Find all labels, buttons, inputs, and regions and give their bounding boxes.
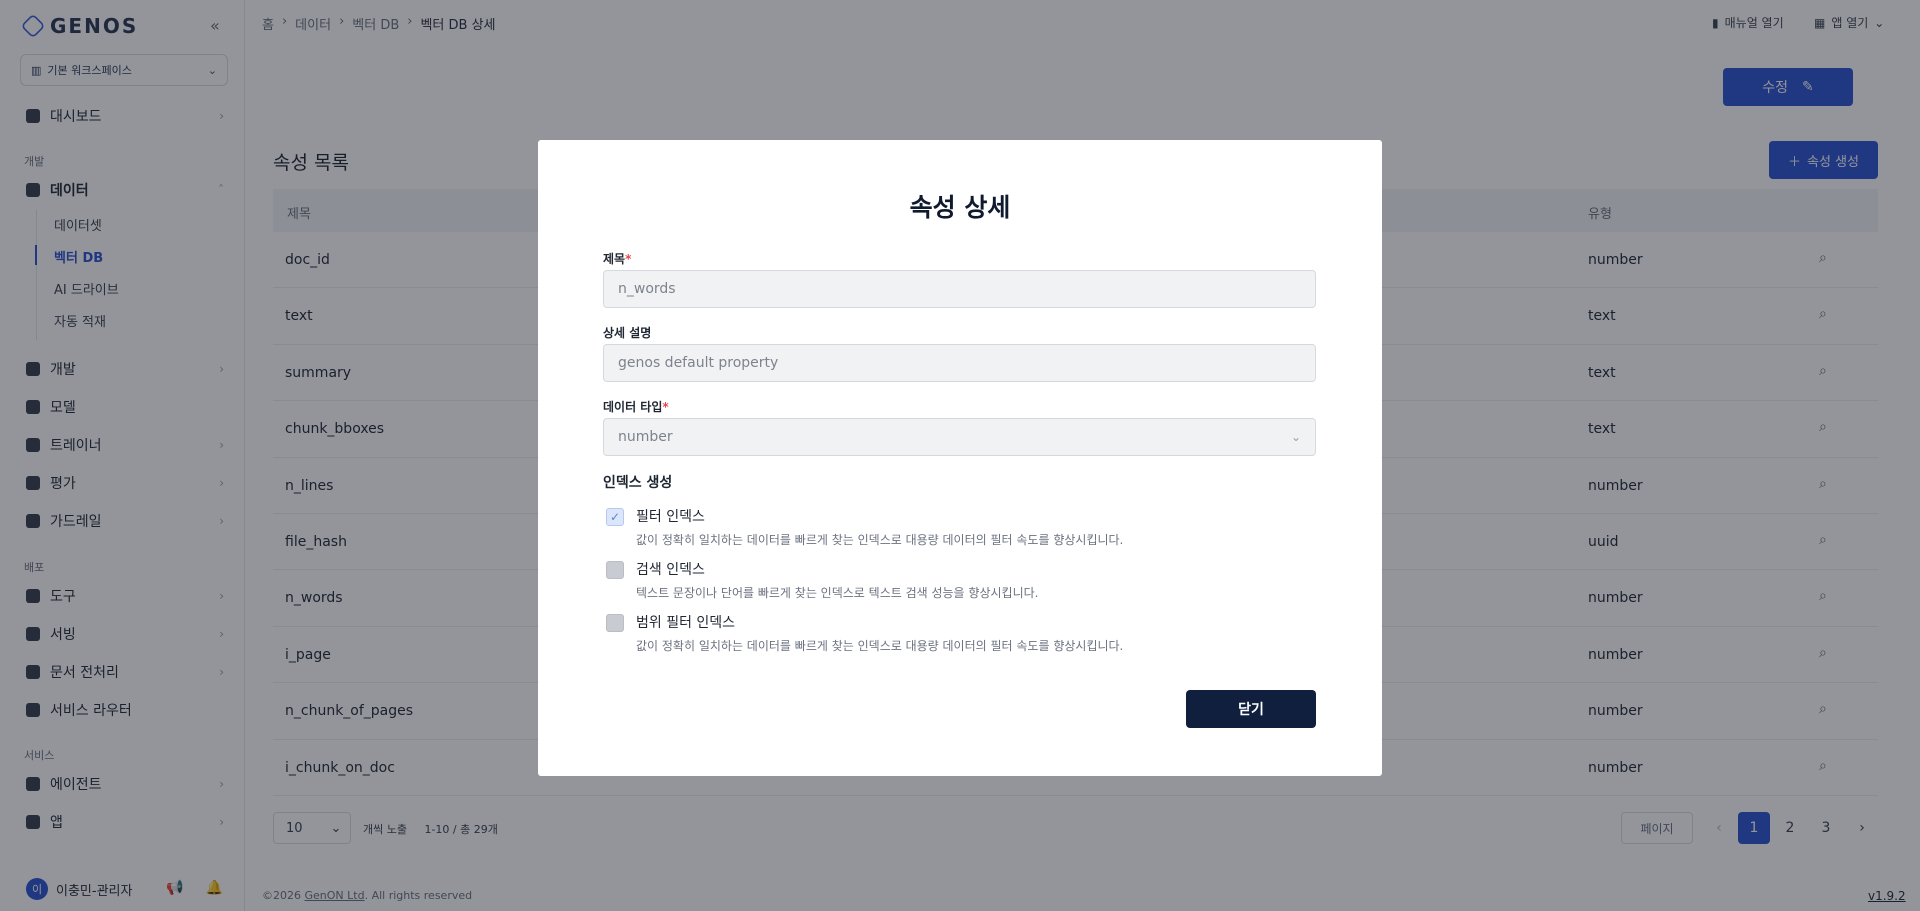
- description-field[interactable]: genos default property: [603, 344, 1316, 382]
- range-filter-index-option[interactable]: 범위 필터 인덱스 값이 정확히 일치하는 데이터를 빠르게 찾는 인덱스로 대…: [606, 612, 1123, 654]
- range-filter-index-text: 범위 필터 인덱스 값이 정확히 일치하는 데이터를 빠르게 찾는 인덱스로 대…: [636, 612, 1123, 654]
- required-mark: *: [625, 252, 632, 266]
- search-index-checkbox[interactable]: [606, 561, 624, 579]
- property-detail-modal: 속성 상세 제목* n_words 상세 설명 genos default pr…: [538, 140, 1382, 776]
- title-field-label: 제목*: [603, 250, 631, 267]
- search-index-desc: 텍스트 문장이나 단어를 빠르게 찾는 인덱스로 텍스트 검색 성능을 향상시킵…: [636, 586, 1039, 600]
- description-field-label: 상세 설명: [603, 326, 652, 340]
- required-mark: *: [662, 400, 669, 414]
- chevron-down-icon: ⌄: [1290, 430, 1301, 444]
- search-index-text: 검색 인덱스 텍스트 문장이나 단어를 빠르게 찾는 인덱스로 텍스트 검색 성…: [636, 559, 1038, 601]
- range-filter-index-checkbox[interactable]: [606, 614, 624, 632]
- data-type-value: number: [618, 429, 673, 445]
- filter-index-text: 필터 인덱스 값이 정확히 일치하는 데이터를 빠르게 찾는 인덱스로 대용량 …: [636, 506, 1123, 548]
- data-type-label-text: 데이터 타입: [603, 400, 663, 414]
- filter-index-title: 필터 인덱스: [636, 509, 705, 525]
- title-field[interactable]: n_words: [603, 270, 1316, 308]
- filter-index-desc: 값이 정확히 일치하는 데이터를 빠르게 찾는 인덱스로 대용량 데이터의 필터…: [636, 533, 1124, 547]
- title-field-value: n_words: [618, 281, 676, 297]
- search-index-option[interactable]: 검색 인덱스 텍스트 문장이나 단어를 빠르게 찾는 인덱스로 텍스트 검색 성…: [606, 559, 1038, 601]
- description-field-value: genos default property: [618, 355, 779, 371]
- data-type-select[interactable]: number ⌄: [603, 418, 1316, 456]
- range-filter-index-title: 범위 필터 인덱스: [636, 615, 736, 631]
- title-field-label-text: 제목: [603, 252, 626, 266]
- search-index-title: 검색 인덱스: [636, 562, 705, 578]
- index-section-title: 인덱스 생성: [603, 475, 673, 491]
- close-button[interactable]: 닫기: [1186, 690, 1316, 728]
- filter-index-option[interactable]: ✓ 필터 인덱스 값이 정확히 일치하는 데이터를 빠르게 찾는 인덱스로 대용…: [606, 506, 1123, 548]
- data-type-field-label: 데이터 타입*: [603, 398, 669, 415]
- range-filter-index-desc: 값이 정확히 일치하는 데이터를 빠르게 찾는 인덱스로 대용량 데이터의 필터…: [636, 639, 1124, 653]
- filter-index-checkbox[interactable]: ✓: [606, 508, 624, 526]
- modal-title: 속성 상세: [909, 193, 1011, 222]
